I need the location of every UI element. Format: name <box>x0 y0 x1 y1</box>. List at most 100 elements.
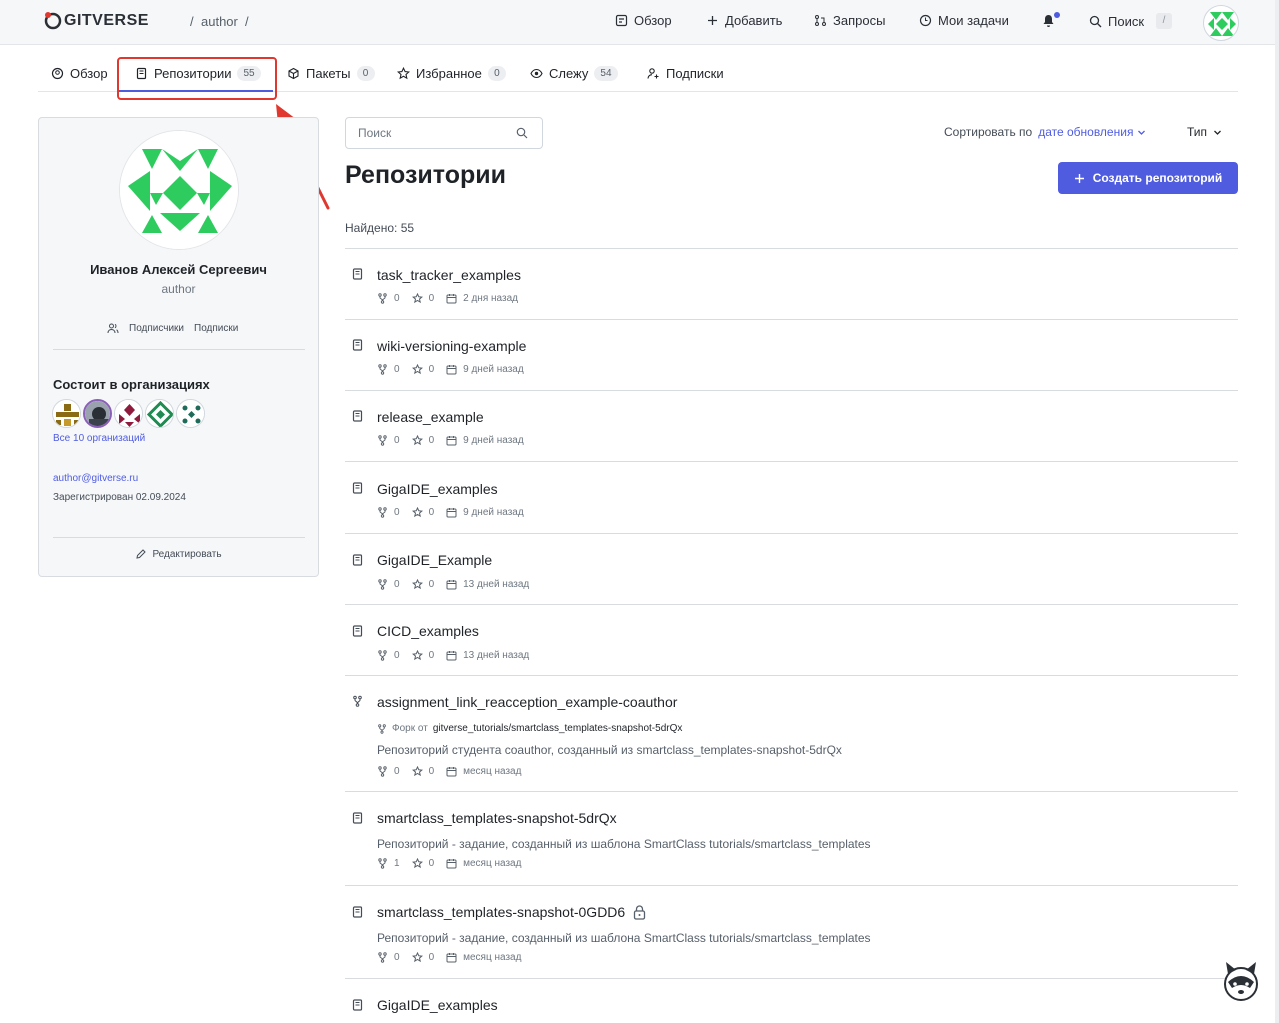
tab-favorites[interactable]: Избранное 0 <box>397 66 506 81</box>
org-avatar[interactable] <box>145 399 174 428</box>
repo-name-link[interactable]: wiki-versioning-example <box>377 338 526 354</box>
create-repository-button[interactable]: Создать репозиторий <box>1058 162 1238 194</box>
calendar-icon <box>446 859 457 869</box>
org-avatar[interactable] <box>176 399 205 428</box>
calendar-icon <box>446 580 457 590</box>
overview-icon <box>615 14 628 27</box>
profile-full-name: Иванов Алексей Сергеевич <box>90 262 267 277</box>
pull-request-icon <box>815 15 826 26</box>
org-avatar[interactable] <box>52 399 81 428</box>
fork-icon <box>378 364 387 375</box>
calendar-icon <box>446 508 457 518</box>
repo-list-item[interactable]: CICD_examples 0 0 13 дней назад <box>345 605 1238 676</box>
org-avatar[interactable] <box>83 399 112 428</box>
repo-meta: 0 0 9 дней назад <box>377 364 536 375</box>
repo-name-link[interactable]: assignment_link_reacception_example-coau… <box>377 694 677 710</box>
profile-avatar[interactable] <box>119 130 239 250</box>
fork-icon <box>378 723 386 734</box>
repo-name-link[interactable]: GigaIDE_examples <box>377 481 498 497</box>
search-icon[interactable] <box>516 127 528 139</box>
sort-control: Сортировать по дате обновления <box>944 125 1146 139</box>
fork-icon <box>378 858 387 869</box>
repo-name-link[interactable]: smartclass_templates-snapshot-5drQx <box>377 810 617 826</box>
repo-search-input[interactable] <box>346 118 511 148</box>
star-icon <box>411 364 423 375</box>
notification-dot <box>1054 12 1060 18</box>
type-dropdown[interactable]: Тип <box>1187 125 1222 139</box>
scrollbar[interactable] <box>1275 0 1279 1023</box>
repo-list-item[interactable]: wiki-versioning-example 0 0 9 дней назад <box>345 320 1238 391</box>
repo-meta: 0 0 9 дней назад <box>377 435 536 446</box>
logo[interactable]: GITVERSE <box>44 12 149 30</box>
repo-list-item[interactable]: release_example 0 0 9 дней назад <box>345 391 1238 462</box>
nav-add[interactable]: Добавить <box>706 13 782 28</box>
repo-name-link[interactable]: smartclass_templates-snapshot-0GDD6 <box>377 904 625 920</box>
favorites-count-badge: 0 <box>487 66 506 81</box>
breadcrumb-user[interactable]: author <box>201 14 238 29</box>
repo-list-item[interactable]: GigaIDE_examples 0 0 9 дней назад <box>345 462 1238 534</box>
fork-source-link[interactable]: gitverse_tutorials/smartclass_templates-… <box>433 723 683 734</box>
nav-requests[interactable]: Запросы <box>814 13 885 28</box>
calendar-icon <box>446 365 457 375</box>
sort-dropdown[interactable]: дате обновления <box>1038 125 1146 139</box>
logo-text: GITVERSE <box>64 12 149 29</box>
plus-icon <box>708 16 717 25</box>
repo-meta: 0 0 месяц назад <box>377 766 533 777</box>
calendar-icon <box>446 953 457 963</box>
repo-name-link[interactable]: GigaIDE_Example <box>377 552 492 568</box>
edit-profile-button[interactable]: Редактировать <box>39 549 318 560</box>
calendar-icon <box>446 767 457 777</box>
fork-icon <box>378 579 387 590</box>
following-link[interactable]: Подписки <box>194 323 238 334</box>
repo-icon <box>352 482 363 494</box>
repo-meta: 0 0 13 дней назад <box>377 579 541 590</box>
star-icon <box>411 293 423 304</box>
repo-meta: 0 0 месяц назад <box>377 952 533 963</box>
organizations-title: Состоит в организациях <box>53 377 210 392</box>
highlight-box <box>117 57 277 100</box>
follow-links: Подписчики Подписки <box>107 322 238 334</box>
tab-subscriptions[interactable]: Подписки <box>647 66 724 81</box>
email-link[interactable]: author@gitverse.ru <box>53 473 138 484</box>
org-avatar[interactable] <box>114 399 143 428</box>
user-plus-icon <box>647 68 659 79</box>
star-icon <box>397 67 410 80</box>
tab-packages[interactable]: Пакеты 0 <box>287 66 375 81</box>
eye-icon <box>530 68 543 79</box>
bell-icon[interactable] <box>1042 14 1055 28</box>
repo-name-link[interactable]: release_example <box>377 409 484 425</box>
nav-overview[interactable]: Обзор <box>615 13 672 28</box>
tasks-icon <box>919 14 932 27</box>
repo-name-link[interactable]: GigaIDE_examples <box>377 997 498 1013</box>
avatar[interactable] <box>1203 5 1239 41</box>
repo-list-item[interactable]: GigaIDE_examples <box>345 979 1238 1023</box>
help-mascot-icon[interactable] <box>1220 960 1262 1002</box>
repo-list-item[interactable]: smartclass_templates-snapshot-0GDD6 Репо… <box>345 886 1238 979</box>
org-pattern-icon <box>53 400 80 427</box>
nav-my-tasks[interactable]: Мои задачи <box>919 13 1009 28</box>
user-circle-icon <box>51 67 64 80</box>
star-icon <box>411 579 423 590</box>
repo-icon <box>352 812 363 824</box>
org-pattern-icon <box>177 400 204 427</box>
repo-description: Репозиторий студента coauthor, созданный… <box>377 743 842 757</box>
organizations-list <box>52 399 205 428</box>
tab-watching[interactable]: Слежу 54 <box>530 66 618 81</box>
followers-link[interactable]: Подписчики <box>129 323 184 334</box>
breadcrumb-separator: / <box>190 14 194 29</box>
top-header: GITVERSE / author / Обзор Добавить Запро… <box>0 0 1279 45</box>
tab-overview[interactable]: Обзор <box>51 66 108 81</box>
pencil-icon <box>136 549 147 559</box>
all-organizations-link[interactable]: Все 10 организаций <box>53 433 145 444</box>
repo-list-item[interactable]: task_tracker_examples 0 0 2 дня назад <box>345 249 1238 320</box>
registration-date: Зарегистрирован 02.09.2024 <box>53 492 186 503</box>
plus-icon <box>1074 173 1084 183</box>
repo-list-item[interactable]: smartclass_templates-snapshot-5drQx Репо… <box>345 792 1238 886</box>
repo-name-link[interactable]: CICD_examples <box>377 623 479 639</box>
logo-icon <box>44 12 62 30</box>
repo-list-item[interactable]: GigaIDE_Example 0 0 13 дней назад <box>345 534 1238 605</box>
nav-search[interactable]: Поиск / <box>1089 13 1173 29</box>
repo-name-link[interactable]: task_tracker_examples <box>377 267 521 283</box>
repo-list-item[interactable]: assignment_link_reacception_example-coau… <box>345 676 1238 792</box>
divider <box>53 349 305 350</box>
